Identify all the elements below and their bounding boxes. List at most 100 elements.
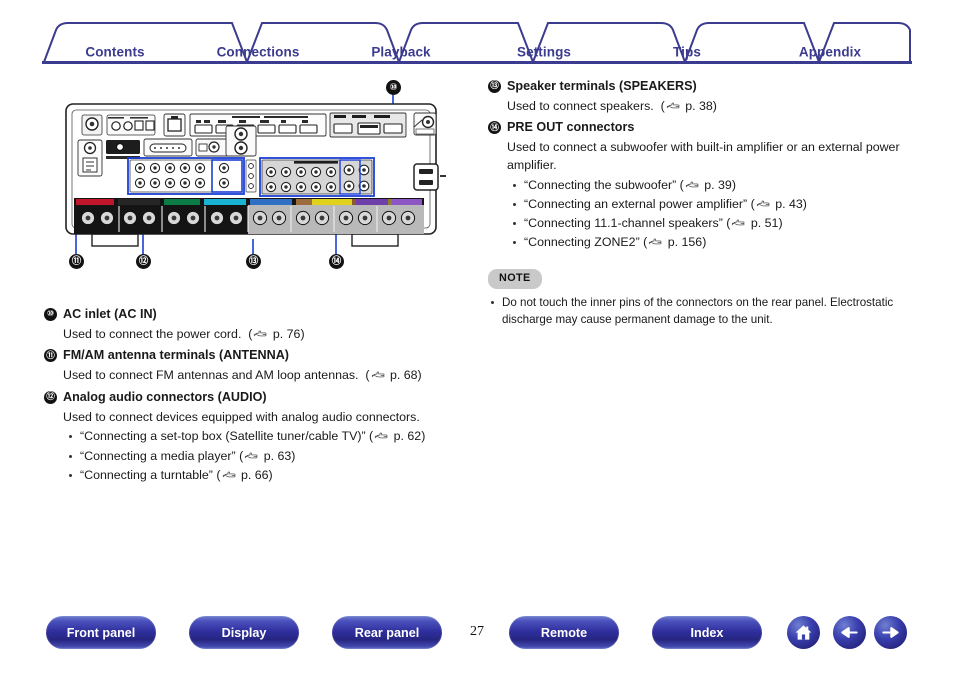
remote-button[interactable]: Remote xyxy=(509,616,619,649)
callout-11: ⑪ xyxy=(69,254,84,269)
callout-14: ⑭ xyxy=(329,254,344,269)
entry-description: Used to connect devices equipped with an… xyxy=(63,409,464,427)
entry-number: ⑫ xyxy=(44,390,57,404)
note-box: NOTE Do not touch the inner pins of the … xyxy=(488,268,912,329)
pointing-hand-icon xyxy=(245,452,258,458)
home-icon xyxy=(795,625,812,640)
pointing-hand-icon xyxy=(649,238,662,245)
link-text: “Connecting an external power amplifier” xyxy=(524,196,748,211)
entry-title: Analog audio connectors (AUDIO) xyxy=(63,389,267,404)
page-reference[interactable]: ( p. 39) xyxy=(680,178,736,192)
pointing-hand-icon xyxy=(756,200,770,206)
entry-description: Used to connect a subwoofer with built-i… xyxy=(507,139,912,174)
callout-10: ⑩ xyxy=(386,80,401,95)
left-text-column: ⑩ AC inlet (AC IN) Used to connect the p… xyxy=(44,302,464,486)
page-reference[interactable]: ( p. 62) xyxy=(369,429,425,443)
pointing-hand-icon xyxy=(374,433,388,439)
list-item[interactable]: “Connecting a turntable” ( p. 66) xyxy=(69,467,464,485)
entry-fm-am-antenna: ⑪ FM/AM antenna terminals (ANTENNA) Used… xyxy=(44,347,464,384)
page-reference-text: p. 76 xyxy=(272,326,301,341)
rear-panel-button[interactable]: Rear panel xyxy=(332,616,442,649)
entry-description-text: Used to connect speakers. xyxy=(507,98,654,113)
page-reference-text: p. 39 xyxy=(704,177,732,192)
page-reference-text: p. 51 xyxy=(750,215,779,230)
page-reference-text: p. 156 xyxy=(667,234,703,249)
list-item[interactable]: “Connecting a set-top box (Satellite tun… xyxy=(69,428,464,446)
entry-description-text: Used to connect devices equipped with an… xyxy=(63,409,420,424)
entry-heading: ⑭ PRE OUT connectors xyxy=(488,119,912,137)
pointing-hand-icon xyxy=(222,471,235,477)
list-item[interactable]: “Connecting ZONE2” ( p. 156) xyxy=(513,234,912,252)
entry-heading: ⑪ FM/AM antenna terminals (ANTENNA) xyxy=(44,347,464,365)
entry-title: Speaker terminals (SPEAKERS) xyxy=(507,79,697,93)
tab-contents[interactable]: Contents xyxy=(85,45,144,60)
callout-13: ⑬ xyxy=(246,254,261,269)
entry-number: ⑩ xyxy=(44,308,57,321)
entry-number: ⑭ xyxy=(488,121,501,135)
entry-pre-out: ⑭ PRE OUT connectors Used to connect a s… xyxy=(488,119,912,251)
link-text: “Connecting a turntable” xyxy=(80,467,213,482)
ac-inlet xyxy=(413,163,439,191)
entry-description: Used to connect the power cord. ( p. 76) xyxy=(63,326,464,344)
entry-ac-inlet: ⑩ AC inlet (AC IN) Used to connect the p… xyxy=(44,306,464,343)
page-reference-text: p. 68 xyxy=(389,368,418,383)
right-text-column: ⑬ Speaker terminals (SPEAKERS) Used to c… xyxy=(488,74,912,328)
arrow-left-icon xyxy=(841,627,858,638)
speaker-terminal-labels-right xyxy=(312,199,422,205)
entry-link-list: “Connecting the subwoofer” ( p. 39) “Con… xyxy=(488,177,912,252)
page-reference[interactable]: ( p. 68) xyxy=(362,368,421,383)
entry-description: Used to connect speakers. ( p. 38) xyxy=(507,98,912,116)
list-item[interactable]: “Connecting an external power amplifier”… xyxy=(513,196,912,214)
page-reference[interactable]: ( p. 43) xyxy=(751,197,807,211)
tab-tips[interactable]: Tips xyxy=(673,45,701,60)
tab-settings[interactable]: Settings xyxy=(517,45,571,60)
page-reference-text: p. 38 xyxy=(685,98,713,113)
home-button[interactable] xyxy=(787,616,820,649)
tab-appendix[interactable]: Appendix xyxy=(799,45,861,60)
entry-title: PRE OUT connectors xyxy=(507,120,635,135)
index-button[interactable]: Index xyxy=(652,616,762,649)
pointing-hand-icon xyxy=(254,330,267,337)
entry-heading: ⑬ Speaker terminals (SPEAKERS) xyxy=(488,78,912,96)
tab-bar-shape xyxy=(42,22,912,64)
entry-description-text: Used to connect the power cord. xyxy=(63,326,242,341)
bottom-navigation-bar: Front panel Display Rear panel 27 Remote… xyxy=(0,616,954,661)
pointing-hand-icon xyxy=(371,371,384,378)
page-reference[interactable]: ( p. 76) xyxy=(245,326,304,341)
entry-heading: ⑫ Analog audio connectors (AUDIO) xyxy=(44,389,464,407)
page-reference[interactable]: ( p. 63) xyxy=(239,449,295,463)
forward-button[interactable] xyxy=(874,616,907,649)
entry-title: FM/AM antenna terminals (ANTENNA) xyxy=(63,348,289,363)
list-item[interactable]: “Connecting the subwoofer” ( p. 39) xyxy=(513,177,912,195)
entry-number: ⑪ xyxy=(44,349,57,363)
list-item[interactable]: “Connecting 11.1-channel speakers” ( p. … xyxy=(513,215,912,233)
entry-title: AC inlet (AC IN) xyxy=(63,307,157,321)
link-text: “Connecting a media player” xyxy=(80,448,236,463)
page-reference[interactable]: ( p. 51) xyxy=(726,216,782,230)
entry-link-list: “Connecting a set-top box (Satellite tun… xyxy=(44,428,464,484)
rear-panel-illustration xyxy=(65,88,446,260)
arrow-right-icon xyxy=(882,627,899,638)
back-button[interactable] xyxy=(833,616,866,649)
page-reference[interactable]: ( p. 156) xyxy=(643,235,706,249)
entry-description: Used to connect FM antennas and AM loop … xyxy=(63,367,464,385)
page-reference-text: p. 66 xyxy=(240,467,269,482)
link-text: “Connecting a set-top box (Satellite tun… xyxy=(80,429,366,444)
tab-playback[interactable]: Playback xyxy=(371,45,430,60)
page-reference-text: p. 62 xyxy=(393,429,422,444)
page-reference[interactable]: ( p. 66) xyxy=(216,468,272,482)
pointing-hand-icon xyxy=(666,102,680,109)
display-button[interactable]: Display xyxy=(189,616,299,649)
front-panel-button[interactable]: Front panel xyxy=(46,616,156,649)
rear-panel-diagram: ⑩ ⑪ ⑫ ⑬ ⑭ xyxy=(62,80,452,282)
callout-12: ⑫ xyxy=(136,254,151,269)
entry-analog-audio: ⑫ Analog audio connectors (AUDIO) Used t… xyxy=(44,389,464,484)
page-reference-text: p. 63 xyxy=(263,448,292,463)
note-badge: NOTE xyxy=(488,268,542,290)
page-reference-text: p. 43 xyxy=(775,196,803,211)
tab-connections[interactable]: Connections xyxy=(217,45,300,60)
page-reference[interactable]: ( p. 38) xyxy=(657,99,717,113)
list-item[interactable]: “Connecting a media player” ( p. 63) xyxy=(69,448,464,466)
pointing-hand-icon xyxy=(732,219,745,226)
entry-heading: ⑩ AC inlet (AC IN) xyxy=(44,306,464,324)
